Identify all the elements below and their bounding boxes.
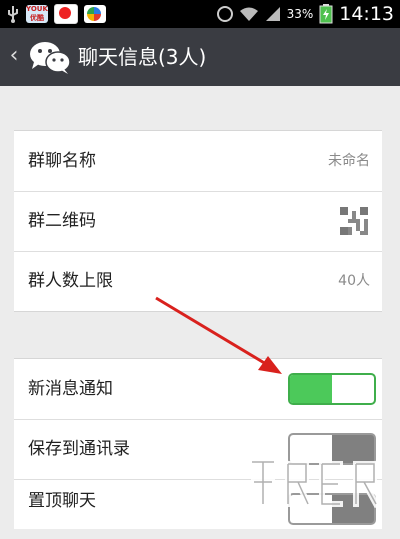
member-limit-value: 40人	[338, 273, 370, 289]
group-name-label: 群聊名称	[28, 151, 96, 171]
wifi-icon	[239, 7, 258, 21]
row-group-name[interactable]: 群聊名称 未命名	[14, 131, 382, 191]
watermark-logo	[249, 459, 381, 509]
page-title: 聊天信息(3人)	[78, 45, 207, 69]
member-limit-label: 群人数上限	[28, 271, 113, 291]
signal-icon	[265, 7, 280, 21]
qr-code-icon	[340, 207, 368, 235]
save-to-contacts-label: 保存到通讯录	[28, 439, 130, 459]
group-name-value: 未命名	[328, 153, 370, 169]
battery-charging-icon	[319, 4, 333, 24]
new-message-notification-label: 新消息通知	[28, 379, 113, 399]
title-bar: ‹ 聊天信息(3人)	[0, 28, 400, 86]
alarm-icon	[216, 6, 233, 22]
pin-chat-label: 置顶聊天	[28, 491, 96, 511]
new-message-notification-toggle[interactable]	[288, 373, 376, 405]
battery-percent: 33%	[286, 7, 314, 21]
clock: 14:13	[339, 3, 394, 25]
row-group-qr[interactable]: 群二维码	[14, 191, 382, 251]
chevron-left-icon[interactable]: ‹	[4, 42, 24, 70]
youku-icon: YOUKU优酷	[26, 5, 48, 23]
status-bar: YOUKU优酷 33% 14:13	[0, 0, 400, 28]
system-status: 33% 14:13	[216, 2, 394, 26]
row-member-limit[interactable]: 群人数上限 40人	[14, 251, 382, 311]
sohu-icon	[54, 4, 78, 24]
notification-icons: YOUKU优酷	[6, 3, 106, 25]
qq-browser-icon	[84, 5, 106, 23]
group-info-list: 群聊名称 未命名 群二维码 群人数上限 40人	[14, 130, 382, 312]
usb-icon	[6, 5, 20, 23]
row-new-message-notification: 新消息通知	[14, 359, 382, 419]
wechat-icon	[30, 42, 71, 74]
group-qr-label: 群二维码	[28, 211, 96, 231]
